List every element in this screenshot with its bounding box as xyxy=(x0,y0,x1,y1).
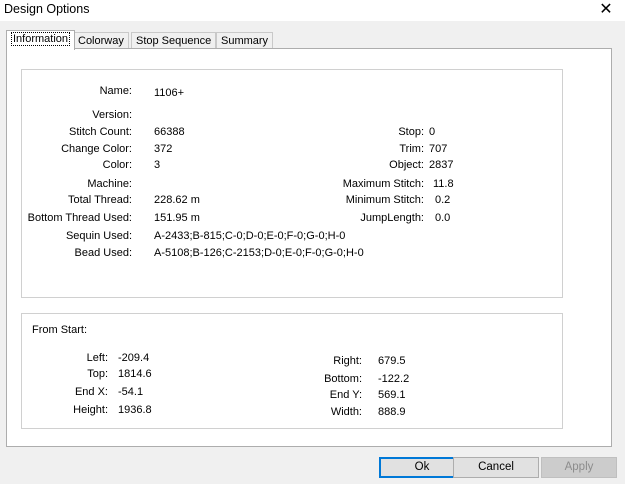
name-label: Name: xyxy=(99,85,132,97)
object-label: Object: xyxy=(389,159,424,171)
color-label: Color: xyxy=(102,159,132,171)
change-color-value: 372 xyxy=(154,143,173,155)
max-stitch-value: 11.8 xyxy=(433,178,454,190)
end-x-label: End X: xyxy=(74,386,108,398)
jump-length-value: 0.0 xyxy=(435,212,451,224)
close-icon[interactable]: ✕ xyxy=(593,1,619,19)
apply-button[interactable]: Apply xyxy=(541,457,617,478)
stop-label: Stop: xyxy=(398,126,424,138)
bottom-label: Bottom: xyxy=(324,373,362,385)
stitch-count-value: 66388 xyxy=(154,126,185,138)
machine-label: Machine: xyxy=(87,178,132,190)
name-value: 1106+ xyxy=(154,87,185,99)
info-group: Name: 1106+ Version: Stitch Count: 66388… xyxy=(21,69,563,298)
sequin-label: Sequin Used: xyxy=(65,230,132,242)
total-thread-value: 228.62 m xyxy=(154,194,200,206)
bead-value: A-5108;B-126;C-2153;D-0;E-0;F-0;G-0;H-0 xyxy=(154,247,364,259)
end-x-value: -54.1 xyxy=(118,386,144,398)
sequin-value: A-2433;B-815;C-0;D-0;E-0;F-0;G-0;H-0 xyxy=(154,230,346,242)
min-stitch-label: Minimum Stitch: xyxy=(345,194,424,206)
version-label: Version: xyxy=(92,109,132,121)
tab-information[interactable]: Information xyxy=(6,30,76,50)
width-value: 888.9 xyxy=(378,406,406,418)
bottom-thread-label: Bottom Thread Used: xyxy=(27,212,132,224)
end-y-value: 569.1 xyxy=(378,389,406,401)
top-label: Top: xyxy=(87,368,108,380)
title-bar: Design Options ✕ xyxy=(0,0,625,21)
total-thread-label: Total Thread: xyxy=(67,194,132,206)
bottom-thread-value: 151.95 m xyxy=(154,212,200,224)
end-y-label: End Y: xyxy=(329,389,362,401)
min-stitch-value: 0.2 xyxy=(435,194,451,206)
tab-stop-sequence[interactable]: Stop Sequence xyxy=(131,32,217,49)
cancel-button[interactable]: Cancel xyxy=(453,457,539,478)
stop-value: 0 xyxy=(429,126,436,138)
left-label: Left: xyxy=(86,352,108,364)
right-value: 679.5 xyxy=(378,355,406,367)
height-value: 1936.8 xyxy=(118,404,152,416)
top-value: 1814.6 xyxy=(118,368,152,380)
stitch-count-label: Stitch Count: xyxy=(69,126,132,138)
bead-label: Bead Used: xyxy=(74,247,132,259)
tab-summary[interactable]: Summary xyxy=(216,32,274,49)
from-start-heading: From Start: xyxy=(32,324,88,336)
trim-value: 707 xyxy=(429,143,448,155)
from-start-group: From Start: Left: -209.4 Top: 1814.6 End… xyxy=(21,313,563,429)
window-title: Design Options xyxy=(4,2,90,16)
trim-label: Trim: xyxy=(399,143,424,155)
bottom-value: -122.2 xyxy=(378,373,410,385)
tab-colorway[interactable]: Colorway xyxy=(73,32,129,49)
color-value: 3 xyxy=(154,159,161,171)
width-label: Width: xyxy=(330,406,362,418)
height-label: Height: xyxy=(73,404,108,416)
max-stitch-label: Maximum Stitch: xyxy=(342,178,424,190)
object-value: 2837 xyxy=(429,159,454,171)
jump-length-label: JumpLength: xyxy=(360,212,424,224)
left-value: -209.4 xyxy=(118,352,150,364)
right-label: Right: xyxy=(333,355,362,367)
change-color-label: Change Color: xyxy=(61,143,132,155)
information-panel: Name: 1106+ Version: Stitch Count: 66388… xyxy=(6,48,612,447)
